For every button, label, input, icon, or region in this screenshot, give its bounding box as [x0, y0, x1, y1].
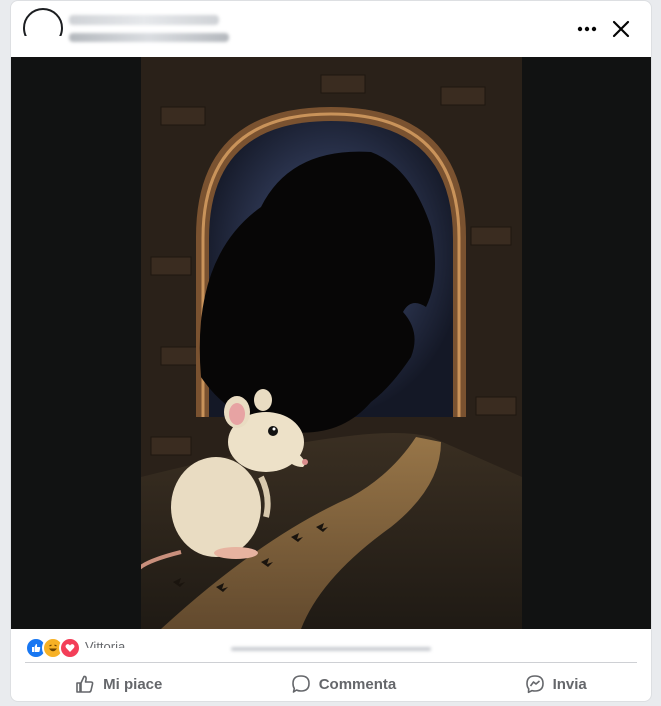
love-icon [59, 637, 81, 659]
post-media[interactable] [11, 57, 651, 629]
like-button[interactable]: Mi piace [63, 668, 174, 700]
reaction-icons [25, 637, 81, 659]
post-header [11, 1, 651, 57]
reactions-summary[interactable]: Vittoria [11, 629, 651, 661]
share-button[interactable]: Invia [513, 668, 599, 700]
comment-button[interactable]: Commenta [279, 668, 409, 700]
post-actions: Mi piace Commenta Invia [11, 665, 651, 701]
share-label: Invia [552, 675, 587, 693]
ellipsis-icon [577, 26, 597, 32]
like-label: Mi piace [103, 675, 163, 693]
comment-label: Commenta [318, 675, 397, 693]
post-meta-redacted [69, 33, 229, 42]
author-avatar[interactable] [23, 8, 63, 36]
close-post-button[interactable] [605, 13, 637, 45]
messenger-icon [525, 675, 544, 694]
more-options-button[interactable] [571, 13, 603, 45]
post-image-rat-shadow [141, 57, 522, 629]
comment-icon [291, 675, 310, 693]
thumbs-up-icon [76, 675, 94, 693]
close-icon [612, 20, 630, 38]
divider [25, 662, 637, 663]
post-card: Vittoria Mi piace Commenta Invia [10, 0, 652, 702]
author-name-redacted [69, 15, 219, 25]
reactor-name[interactable]: Vittoria [85, 639, 125, 648]
reactions-count-redacted [231, 647, 431, 651]
